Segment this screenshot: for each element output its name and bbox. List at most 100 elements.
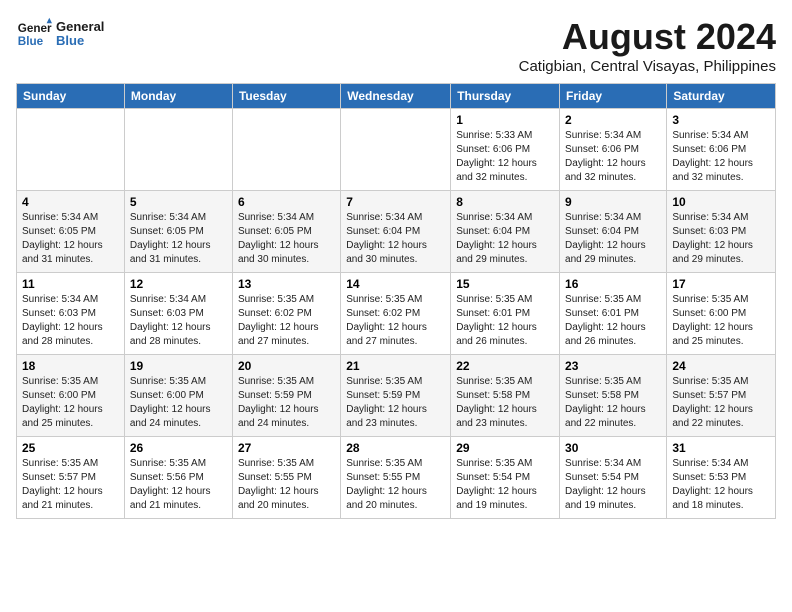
calendar-cell: 21Sunrise: 5:35 AM Sunset: 5:59 PM Dayli… bbox=[341, 355, 451, 437]
calendar-week-1: 1 Sunrise: 5:33 AM Sunset: 6:06 PM Daylig… bbox=[17, 109, 776, 191]
calendar-cell bbox=[124, 109, 232, 191]
day-info: Sunrise: 5:35 AM Sunset: 6:00 PM Dayligh… bbox=[22, 375, 119, 431]
calendar-cell: 11Sunrise: 5:34 AM Sunset: 6:03 PM Dayli… bbox=[17, 273, 125, 355]
calendar-cell: 29 Sunrise: 5:35 AM Sunset: 5:54 PM Dayli… bbox=[451, 437, 560, 519]
day-info: Sunrise: 5:35 AM Sunset: 5:59 PM Dayligh… bbox=[346, 375, 445, 431]
calendar-cell: 3 Sunrise: 5:34 AM Sunset: 6:06 PM Daylig… bbox=[667, 109, 776, 191]
day-number: 29 bbox=[456, 441, 554, 455]
day-info: Sunrise: 5:34 AM Sunset: 6:05 PM Dayligh… bbox=[238, 211, 335, 267]
calendar-cell bbox=[232, 109, 340, 191]
day-info: Sunrise: 5:34 AM Sunset: 6:04 PM Dayligh… bbox=[346, 211, 445, 267]
calendar-cell: 4Sunrise: 5:34 AM Sunset: 6:05 PM Daylig… bbox=[17, 191, 125, 273]
calendar-cell: 31 Sunrise: 5:34 AM Sunset: 5:53 PM Dayli… bbox=[667, 437, 776, 519]
svg-text:General: General bbox=[18, 22, 52, 35]
calendar-cell: 23 Sunrise: 5:35 AM Sunset: 5:58 PM Dayli… bbox=[560, 355, 667, 437]
header: General Blue General Blue August 2024 Ca… bbox=[16, 16, 776, 75]
logo-line2: Blue bbox=[56, 34, 104, 48]
day-info: Sunrise: 5:35 AM Sunset: 5:57 PM Dayligh… bbox=[672, 375, 770, 431]
day-number: 1 bbox=[456, 113, 554, 127]
day-info: Sunrise: 5:35 AM Sunset: 6:02 PM Dayligh… bbox=[238, 293, 335, 349]
calendar-cell: 18Sunrise: 5:35 AM Sunset: 6:00 PM Dayli… bbox=[17, 355, 125, 437]
day-info: Sunrise: 5:35 AM Sunset: 5:57 PM Dayligh… bbox=[22, 457, 119, 513]
day-info: Sunrise: 5:35 AM Sunset: 5:58 PM Dayligh… bbox=[565, 375, 661, 431]
calendar-cell: 24 Sunrise: 5:35 AM Sunset: 5:57 PM Dayli… bbox=[667, 355, 776, 437]
calendar-cell: 19 Sunrise: 5:35 AM Sunset: 6:00 PM Dayli… bbox=[124, 355, 232, 437]
day-number: 10 bbox=[672, 195, 770, 209]
day-info: Sunrise: 5:34 AM Sunset: 6:03 PM Dayligh… bbox=[130, 293, 227, 349]
day-info: Sunrise: 5:35 AM Sunset: 5:54 PM Dayligh… bbox=[456, 457, 554, 513]
calendar-cell: 13Sunrise: 5:35 AM Sunset: 6:02 PM Dayli… bbox=[232, 273, 340, 355]
day-header-monday: Monday bbox=[124, 84, 232, 109]
day-number: 31 bbox=[672, 441, 770, 455]
day-info: Sunrise: 5:35 AM Sunset: 6:02 PM Dayligh… bbox=[346, 293, 445, 349]
day-info: Sunrise: 5:34 AM Sunset: 6:04 PM Dayligh… bbox=[565, 211, 661, 267]
day-info: Sunrise: 5:34 AM Sunset: 5:54 PM Dayligh… bbox=[565, 457, 661, 513]
day-number: 27 bbox=[238, 441, 335, 455]
calendar-cell: 28 Sunrise: 5:35 AM Sunset: 5:55 PM Dayli… bbox=[341, 437, 451, 519]
day-number: 20 bbox=[238, 359, 335, 373]
day-number: 22 bbox=[456, 359, 554, 373]
day-number: 14 bbox=[346, 277, 445, 291]
calendar-cell: 26 Sunrise: 5:35 AM Sunset: 5:56 PM Dayli… bbox=[124, 437, 232, 519]
day-header-wednesday: Wednesday bbox=[341, 84, 451, 109]
day-number: 19 bbox=[130, 359, 227, 373]
day-info: Sunrise: 5:33 AM Sunset: 6:06 PM Dayligh… bbox=[456, 129, 554, 185]
day-info: Sunrise: 5:34 AM Sunset: 6:05 PM Dayligh… bbox=[22, 211, 119, 267]
day-number: 28 bbox=[346, 441, 445, 455]
day-header-saturday: Saturday bbox=[667, 84, 776, 109]
logo-icon: General Blue bbox=[16, 16, 52, 52]
calendar-cell: 15Sunrise: 5:35 AM Sunset: 6:01 PM Dayli… bbox=[451, 273, 560, 355]
day-info: Sunrise: 5:35 AM Sunset: 5:55 PM Dayligh… bbox=[346, 457, 445, 513]
title-area: August 2024 Catigbian, Central Visayas, … bbox=[519, 16, 776, 75]
svg-text:Blue: Blue bbox=[18, 35, 44, 48]
day-number: 2 bbox=[565, 113, 661, 127]
calendar-cell bbox=[341, 109, 451, 191]
day-number: 26 bbox=[130, 441, 227, 455]
day-number: 8 bbox=[456, 195, 554, 209]
day-number: 25 bbox=[22, 441, 119, 455]
day-header-thursday: Thursday bbox=[451, 84, 560, 109]
calendar-cell: 6Sunrise: 5:34 AM Sunset: 6:05 PM Daylig… bbox=[232, 191, 340, 273]
day-info: Sunrise: 5:34 AM Sunset: 6:06 PM Dayligh… bbox=[565, 129, 661, 185]
day-number: 3 bbox=[672, 113, 770, 127]
calendar-cell: 25 Sunrise: 5:35 AM Sunset: 5:57 PM Dayli… bbox=[17, 437, 125, 519]
day-number: 24 bbox=[672, 359, 770, 373]
day-info: Sunrise: 5:35 AM Sunset: 6:00 PM Dayligh… bbox=[130, 375, 227, 431]
calendar-cell bbox=[17, 109, 125, 191]
calendar-cell: 5Sunrise: 5:34 AM Sunset: 6:05 PM Daylig… bbox=[124, 191, 232, 273]
day-header-sunday: Sunday bbox=[17, 84, 125, 109]
day-info: Sunrise: 5:34 AM Sunset: 6:04 PM Dayligh… bbox=[456, 211, 554, 267]
day-info: Sunrise: 5:35 AM Sunset: 5:55 PM Dayligh… bbox=[238, 457, 335, 513]
logo-line1: General bbox=[56, 20, 104, 34]
subtitle: Catigbian, Central Visayas, Philippines bbox=[519, 58, 776, 75]
calendar-cell: 20 Sunrise: 5:35 AM Sunset: 5:59 PM Dayli… bbox=[232, 355, 340, 437]
calendar-cell: 17 Sunrise: 5:35 AM Sunset: 6:00 PM Dayli… bbox=[667, 273, 776, 355]
day-info: Sunrise: 5:35 AM Sunset: 5:56 PM Dayligh… bbox=[130, 457, 227, 513]
day-info: Sunrise: 5:34 AM Sunset: 6:03 PM Dayligh… bbox=[22, 293, 119, 349]
calendar-cell: 16Sunrise: 5:35 AM Sunset: 6:01 PM Dayli… bbox=[560, 273, 667, 355]
main-title: August 2024 bbox=[519, 16, 776, 58]
day-info: Sunrise: 5:35 AM Sunset: 5:58 PM Dayligh… bbox=[456, 375, 554, 431]
calendar-header-row: SundayMondayTuesdayWednesdayThursdayFrid… bbox=[17, 84, 776, 109]
day-info: Sunrise: 5:34 AM Sunset: 5:53 PM Dayligh… bbox=[672, 457, 770, 513]
calendar-cell: 2 Sunrise: 5:34 AM Sunset: 6:06 PM Daylig… bbox=[560, 109, 667, 191]
calendar-cell: 1 Sunrise: 5:33 AM Sunset: 6:06 PM Daylig… bbox=[451, 109, 560, 191]
day-number: 7 bbox=[346, 195, 445, 209]
calendar-cell: 30 Sunrise: 5:34 AM Sunset: 5:54 PM Dayli… bbox=[560, 437, 667, 519]
calendar-cell: 27 Sunrise: 5:35 AM Sunset: 5:55 PM Dayli… bbox=[232, 437, 340, 519]
calendar-week-2: 4Sunrise: 5:34 AM Sunset: 6:05 PM Daylig… bbox=[17, 191, 776, 273]
day-info: Sunrise: 5:35 AM Sunset: 6:01 PM Dayligh… bbox=[456, 293, 554, 349]
day-info: Sunrise: 5:34 AM Sunset: 6:03 PM Dayligh… bbox=[672, 211, 770, 267]
day-info: Sunrise: 5:34 AM Sunset: 6:06 PM Dayligh… bbox=[672, 129, 770, 185]
day-number: 23 bbox=[565, 359, 661, 373]
day-number: 16 bbox=[565, 277, 661, 291]
day-info: Sunrise: 5:35 AM Sunset: 6:00 PM Dayligh… bbox=[672, 293, 770, 349]
calendar-cell: 12 Sunrise: 5:34 AM Sunset: 6:03 PM Dayli… bbox=[124, 273, 232, 355]
calendar-cell: 8 Sunrise: 5:34 AM Sunset: 6:04 PM Daylig… bbox=[451, 191, 560, 273]
day-number: 5 bbox=[130, 195, 227, 209]
day-number: 12 bbox=[130, 277, 227, 291]
day-number: 30 bbox=[565, 441, 661, 455]
day-header-friday: Friday bbox=[560, 84, 667, 109]
day-number: 17 bbox=[672, 277, 770, 291]
day-info: Sunrise: 5:35 AM Sunset: 5:59 PM Dayligh… bbox=[238, 375, 335, 431]
